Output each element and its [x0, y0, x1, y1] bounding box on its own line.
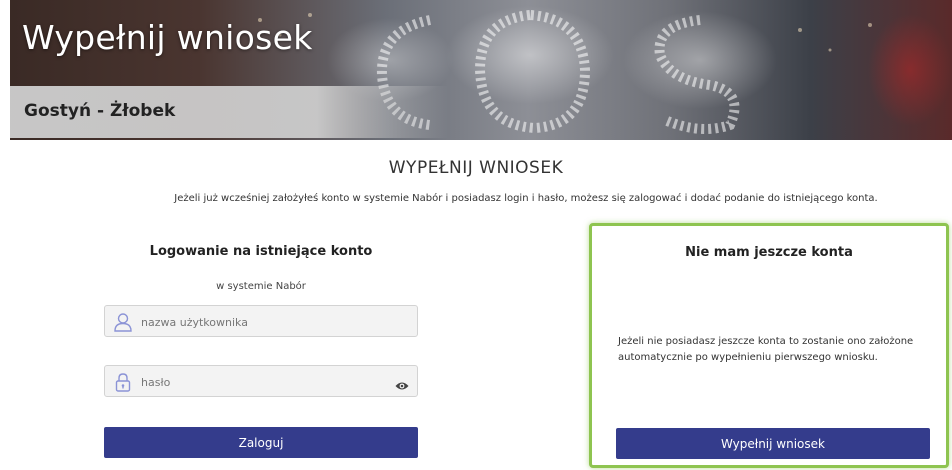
username-field[interactable] — [104, 305, 418, 338]
fill-application-button[interactable]: Wypełnij wniosek — [616, 428, 930, 459]
user-icon — [113, 312, 133, 336]
login-button[interactable]: Zaloguj — [104, 427, 418, 458]
login-section-title: Logowanie na istniejące konto — [149, 244, 373, 259]
login-section-subtitle: w systemie Nabór — [216, 281, 306, 292]
password-field[interactable] — [104, 365, 418, 398]
banner-subtitle: Gostyń - Żłobek — [24, 101, 176, 121]
lock-icon — [113, 372, 133, 396]
password-input[interactable] — [139, 366, 383, 398]
banner-title: Wypełnij wniosek — [22, 18, 313, 57]
intro-text: Jeżeli już wcześniej założyłeś konto w s… — [174, 193, 878, 204]
new-account-text: Jeżeli nie posiadasz jeszcze konta to zo… — [618, 336, 914, 363]
show-password-eye-icon[interactable] — [395, 376, 409, 395]
username-input[interactable] — [139, 306, 383, 338]
page-heading: WYPEŁNIJ WNIOSEK — [388, 158, 564, 178]
new-account-title: Nie mam jeszcze konta — [685, 245, 853, 260]
